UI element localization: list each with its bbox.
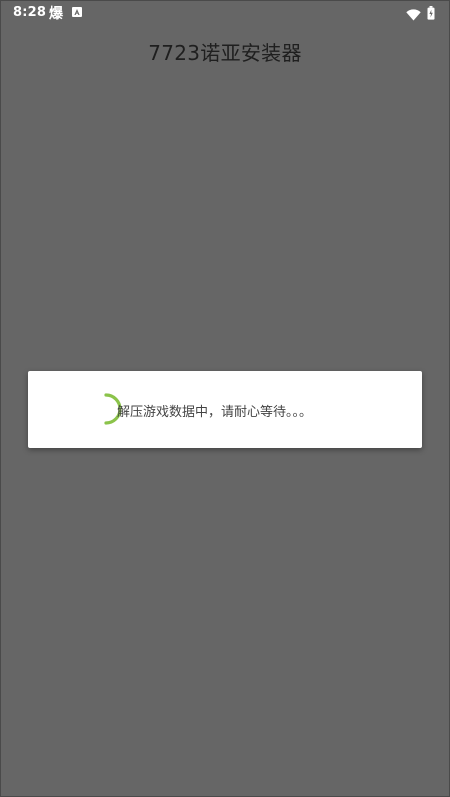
battery-icon [427, 5, 435, 24]
notification-icon: 爆 [49, 6, 63, 22]
wifi-icon [406, 6, 421, 25]
app-a-icon [72, 7, 82, 17]
status-time: 8:28 [13, 5, 47, 20]
status-bar: 8:28 爆 [0, 0, 450, 26]
progress-dialog: 解压游戏数据中，请耐心等待。。。 [28, 371, 422, 448]
dialog-message: 解压游戏数据中，请耐心等待。。。 [117, 405, 313, 420]
app-title: 7723诺亚安装器 [148, 41, 302, 65]
